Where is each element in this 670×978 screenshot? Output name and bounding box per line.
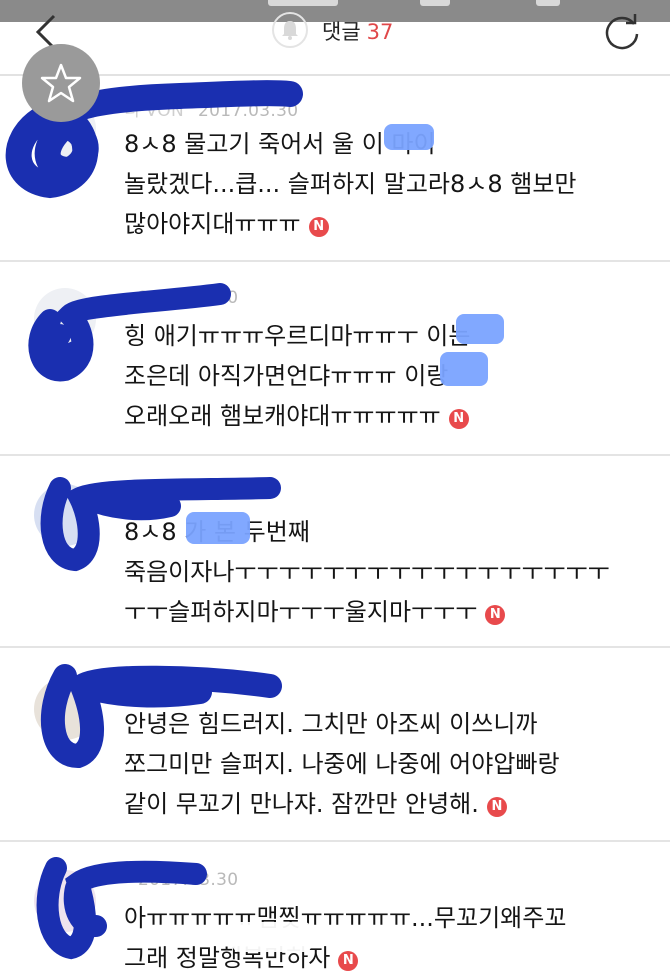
star-icon (40, 63, 82, 103)
comment-text: 힝 애기ㅠㅠㅠ우르디마ㅠㅠㅜ 이는 조은데 아직가면언댜ㅠㅠㅠ 이랑 오래오래 … (124, 316, 644, 436)
avatar[interactable] (34, 870, 96, 932)
new-badge: N (485, 605, 506, 625)
avatar[interactable] (34, 678, 96, 740)
redaction-blur (456, 314, 504, 344)
redaction-blur (384, 124, 434, 150)
refresh-icon (605, 14, 639, 50)
redaction-blur (440, 352, 488, 386)
redaction-blur (232, 922, 312, 952)
bell-icon (282, 21, 298, 40)
comment-date: 2017.03.30 (138, 288, 239, 308)
page-title-label: 댓글 (322, 20, 361, 44)
new-badge: N (486, 797, 507, 817)
page-title: 댓글 37 (322, 16, 393, 46)
comment-meta: 2017.03.30 (124, 484, 238, 504)
comment-item: 2017.03.30 아ㅠㅠㅠㅠㅠ맴찢ㅠㅠㅠㅠㅠ...무꼬기왜주꼬 그래 정말행… (0, 842, 670, 972)
comment-date: 2017.03.30 (197, 101, 299, 121)
comment-meta: 티 VON 2017.03.30 (124, 96, 298, 121)
avatar[interactable] (34, 288, 96, 350)
refresh-button[interactable] (600, 10, 644, 54)
favorite-button[interactable] (22, 44, 100, 122)
new-badge: N (338, 951, 359, 971)
comment-date: 2017.03.30 (138, 484, 239, 504)
comment-date: 2017.03.30 (138, 676, 239, 696)
header-bar: 댓글 37 (0, 0, 670, 76)
comment-meta: 2017.03.30 (124, 288, 238, 308)
comment-date: 2017.03.30 (138, 870, 239, 890)
comment-meta: 2017.03.30 (124, 676, 238, 696)
comment-item: 2017.03.30 8ㅅ8 가 본 두번째 죽음이자나ㅜㅜㅜㅜㅜㅜㅜㅜㅜㅜㅜㅜ… (0, 456, 670, 648)
comment-text: 아ㅠㅠㅠㅠㅠ맴찢ㅠㅠㅠㅠㅠ...무꼬기왜주꼬 그래 정말행복만하자 N (124, 898, 644, 978)
new-badge: N (308, 217, 329, 237)
comment-item: 2017.03.30 힝 애기ㅠㅠㅠ우르디마ㅠㅠㅜ 이는 조은데 아직가면언댜ㅠ… (0, 262, 670, 456)
comment-meta: 2017.03.30 (124, 870, 238, 890)
avatar[interactable] (34, 484, 96, 546)
comment-count: 37 (366, 20, 394, 44)
comment-item: 티 VON 2017.03.30 8ㅅ8 물고기 죽어서 울 이 마이 놀랐겠다.… (0, 76, 670, 262)
redaction-blur (186, 512, 250, 544)
comment-text: 안녕은 힘드러지. 그치만 아조씨 이쓰니까 쪼그미만 슬퍼지. 나중에 나중에… (124, 704, 644, 824)
new-badge: N (448, 409, 469, 429)
comment-item: 2017.03.30 안녕은 힘드러지. 그치만 아조씨 이쓰니까 쪼그미만 슬… (0, 648, 670, 842)
comment-author[interactable]: 티 VON (124, 101, 184, 121)
comment-body: 8ㅅ8 물고기 죽어서 울 이 마이 놀랐겠다...큽... 슬퍼하지 말고라8… (124, 130, 577, 238)
comment-body: 힝 애기ㅠㅠㅠ우르디마ㅠㅠㅜ 이는 조은데 아직가면언댜ㅠㅠㅠ 이랑 오래오래 … (124, 322, 471, 430)
notification-toggle[interactable] (272, 12, 308, 48)
